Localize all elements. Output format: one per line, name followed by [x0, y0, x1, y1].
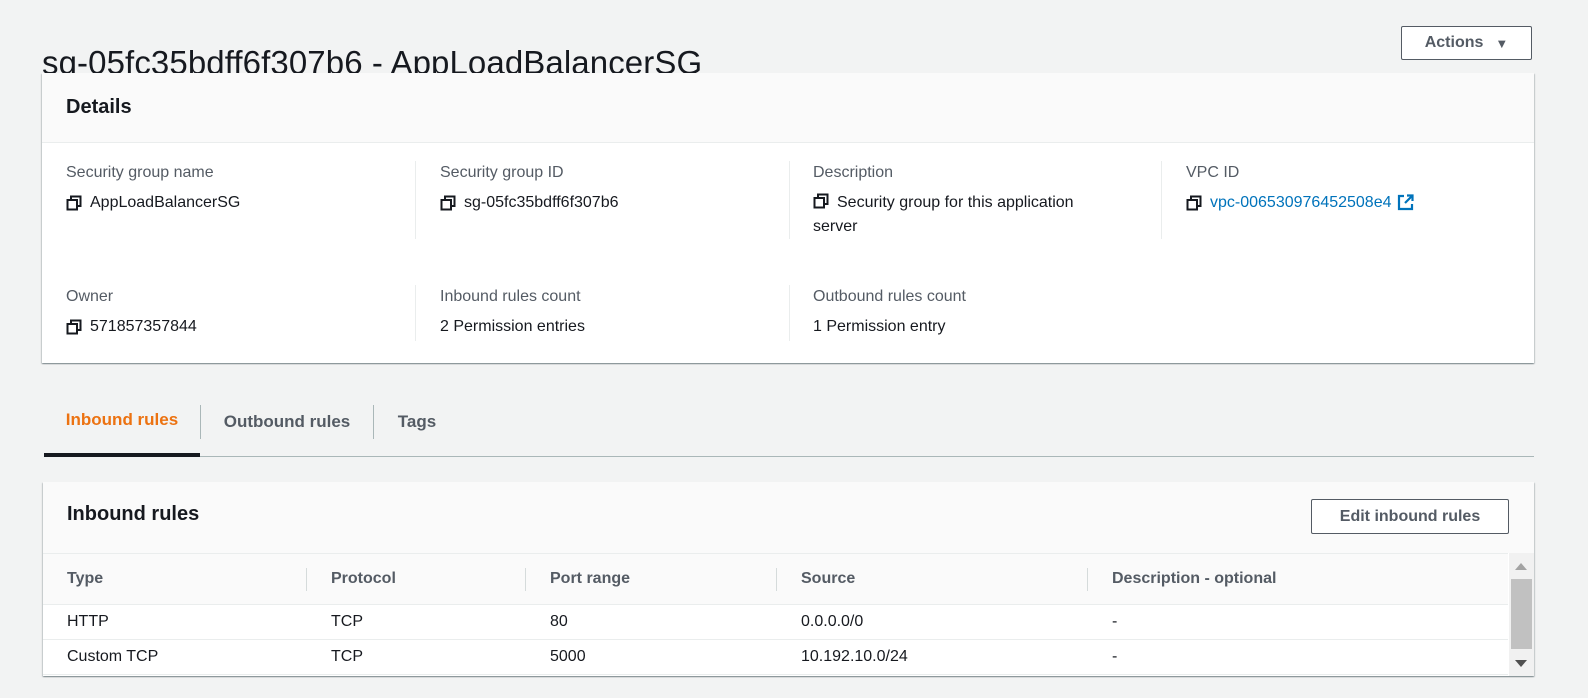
column-divider [415, 285, 416, 341]
field-label: Inbound rules count [440, 288, 581, 305]
scroll-thumb[interactable] [1511, 579, 1532, 649]
table-row[interactable]: Custom TCP TCP 5000 10.192.10.0/24 - [43, 639, 1508, 675]
field-outbound-rules-count: Outbound rules count 1 Permission entry [813, 287, 1153, 339]
cell-description: - [1088, 604, 1508, 640]
cell-type: Custom TCP [43, 639, 307, 675]
field-description: Description Security group for this appl… [813, 163, 1113, 239]
column-header-port-range[interactable]: Port range [526, 553, 777, 605]
cell-type: HTTP [43, 604, 307, 640]
cell-description: - [1088, 639, 1508, 675]
column-header-type[interactable]: Type [43, 553, 307, 605]
cell-source: 10.192.10.0/24 [777, 639, 1088, 675]
details-heading: Details [66, 96, 132, 118]
column-header-protocol[interactable]: Protocol [307, 553, 526, 605]
table-scrollbar[interactable] [1509, 553, 1534, 676]
details-panel: Details Security group name AppLoadBalan… [42, 73, 1534, 363]
field-security-group-id: Security group ID sg-05fc35bdff6f307b6 [440, 163, 780, 215]
owner-value: 571857357844 [90, 318, 197, 335]
copy-icon[interactable] [66, 195, 82, 211]
table-row[interactable]: HTTP TCP 80 0.0.0.0/0 - [43, 604, 1508, 640]
field-label: VPC ID [1186, 164, 1240, 181]
details-header: Details [42, 73, 1534, 143]
inbound-rules-panel: Inbound rules Edit inbound rules Type Pr… [43, 482, 1534, 676]
cell-port-range: 5000 [526, 639, 777, 675]
field-value: vpc-006530976452508e4 [1186, 191, 1516, 215]
scroll-up-arrow-icon[interactable] [1515, 563, 1527, 570]
cell-source: 0.0.0.0/0 [777, 604, 1088, 640]
copy-icon[interactable] [66, 319, 82, 335]
field-value: AppLoadBalancerSG [66, 191, 406, 215]
column-header-description[interactable]: Description - optional [1088, 553, 1508, 605]
field-label: Security group name [66, 164, 214, 181]
outbound-rules-count-value: 1 Permission entry [813, 318, 946, 335]
field-label: Description [813, 164, 894, 181]
security-group-id-value: sg-05fc35bdff6f307b6 [464, 194, 619, 211]
external-link-icon[interactable] [1397, 194, 1414, 211]
field-vpc-id: VPC ID vpc-006530976452508e4 [1186, 163, 1516, 215]
edit-inbound-rules-button[interactable]: Edit inbound rules [1311, 499, 1509, 534]
cell-protocol: TCP [307, 639, 526, 675]
field-owner: Owner 571857357844 [66, 287, 406, 339]
inbound-rules-heading: Inbound rules [67, 503, 200, 525]
tab-bar: Inbound rules Outbound rules Tags [44, 387, 1534, 457]
inbound-rules-table: Type Protocol Port range Source Descript… [43, 553, 1508, 675]
tab-inbound-rules[interactable]: Inbound rules [44, 387, 200, 457]
field-value: sg-05fc35bdff6f307b6 [440, 191, 780, 215]
security-group-name-value: AppLoadBalancerSG [90, 194, 241, 211]
field-security-group-name: Security group name AppLoadBalancerSG [66, 163, 406, 215]
tab-outbound-rules[interactable]: Outbound rules [201, 387, 373, 456]
cell-protocol: TCP [307, 604, 526, 640]
copy-icon[interactable] [813, 193, 829, 209]
copy-icon[interactable] [1186, 195, 1202, 211]
inbound-rules-count-value: 2 Permission entries [440, 318, 585, 335]
scroll-down-arrow-icon[interactable] [1515, 660, 1527, 667]
field-inbound-rules-count: Inbound rules count 2 Permission entries [440, 287, 780, 339]
cell-port-range: 80 [526, 604, 777, 640]
field-label: Outbound rules count [813, 288, 966, 305]
actions-button[interactable]: Actions ▼ [1401, 26, 1532, 60]
inbound-rules-header: Inbound rules Edit inbound rules [43, 482, 1534, 553]
field-label: Security group ID [440, 164, 564, 181]
tab-tags[interactable]: Tags [374, 387, 460, 456]
description-value: Security group for this application serv… [813, 194, 1074, 235]
copy-icon[interactable] [440, 195, 456, 211]
caret-down-icon: ▼ [1495, 35, 1509, 51]
actions-label: Actions [1424, 34, 1484, 51]
vpc-id-link[interactable]: vpc-006530976452508e4 [1210, 191, 1392, 215]
table-header-row: Type Protocol Port range Source Descript… [43, 553, 1508, 605]
column-divider [789, 285, 790, 341]
field-value: 571857357844 [66, 315, 406, 339]
column-header-source[interactable]: Source [777, 553, 1088, 605]
column-divider [415, 161, 416, 239]
field-value: Security group for this application serv… [813, 191, 1113, 239]
column-divider [1161, 161, 1162, 239]
field-label: Owner [66, 288, 114, 305]
column-divider [789, 161, 790, 239]
